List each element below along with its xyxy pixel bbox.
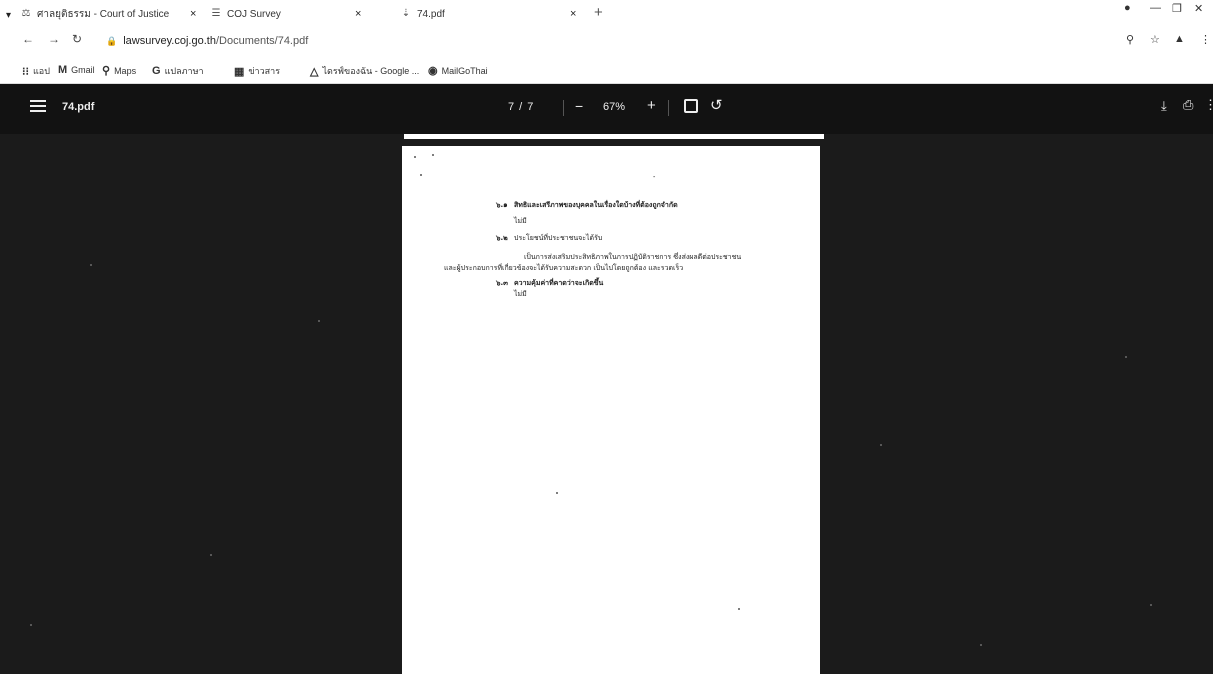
tab-label: 74.pdf: [417, 8, 445, 20]
item-heading: สิทธิและเสรีภาพของบุคคลในเรื่องใดบ้างที่…: [514, 201, 678, 209]
item-answer: ไม่มี: [514, 217, 527, 225]
scan-speck: [432, 154, 434, 156]
page-gap: [404, 139, 824, 144]
pdf-toolbar: 74.pdf 7 / 7 − 67% + ↺ ⤓ ⎙ ⋮: [0, 84, 1213, 134]
menu-icon[interactable]: ⋮: [1200, 33, 1211, 46]
minimize-icon[interactable]: —: [1150, 2, 1161, 14]
tab-court-of-justice[interactable]: ⚖ ศาลยุติธรรม - Court of Justice ×: [20, 4, 197, 24]
item-answer: เป็นการส่งเสริมประสิทธิภาพในการปฏิบัติรา…: [524, 253, 742, 261]
scan-speck: [210, 554, 212, 556]
translate-icon: G: [152, 65, 161, 77]
print-icon[interactable]: ⎙: [1183, 97, 1193, 113]
rotate-icon[interactable]: ↺: [710, 96, 723, 114]
court-icon: ⚖: [21, 8, 31, 19]
zoom-in-button[interactable]: +: [647, 97, 656, 114]
toolbar-divider: [563, 100, 564, 116]
news-icon: ▦: [234, 65, 245, 78]
account-icon[interactable]: ▲: [1174, 33, 1185, 45]
pdf-page: - ๖.๑ สิทธิและเสรีภาพของบุคคลในเรื่องใดบ…: [402, 146, 820, 674]
url-domain: lawsurvey.coj.go.th: [123, 35, 216, 47]
bookmark-apps[interactable]: ⁝⁝ แอป: [22, 64, 50, 78]
bookmark-gmail[interactable]: M Gmail: [58, 64, 95, 76]
page-indicator[interactable]: 7 / 7: [508, 101, 534, 113]
bookmark-translate[interactable]: G แปลภาษา: [152, 64, 204, 78]
scan-speck: [1125, 356, 1127, 358]
scan-speck: [1150, 604, 1152, 606]
drive-icon: △: [310, 65, 319, 78]
profile-icon[interactable]: ●: [1124, 2, 1131, 14]
scan-speck: [738, 608, 740, 610]
bookmark-label: MailGoThai: [441, 65, 488, 76]
pdf-title: 74.pdf: [62, 101, 95, 113]
tab-label: ศาลยุติธรรม - Court of Justice: [37, 8, 170, 20]
tab-coj-survey[interactable]: ☰ COJ Survey ×: [210, 4, 362, 24]
back-icon[interactable]: ←: [22, 32, 34, 46]
bookmarks-bar: ⁝⁝ แอป M Gmail ⚲ Maps G แปลภาษา ▦ ข่าวสา…: [0, 56, 1213, 84]
scan-speck: [556, 492, 558, 494]
tab-strip: ▾ ⚖ ศาลยุติธรรม - Court of Justice × ☰ C…: [0, 0, 1213, 26]
scan-speck: [90, 264, 92, 266]
tab-search-icon[interactable]: ▾: [6, 10, 11, 21]
lock-icon: 🔒: [106, 35, 118, 46]
more-options-icon[interactable]: ⋮: [1204, 97, 1213, 113]
close-window-icon[interactable]: ✕: [1194, 2, 1203, 15]
zoom-level[interactable]: 67%: [603, 101, 625, 113]
close-icon[interactable]: ×: [570, 8, 576, 20]
scan-speck: [30, 624, 32, 626]
gmail-icon: M: [58, 64, 68, 76]
new-tab-button[interactable]: +: [594, 4, 603, 21]
page-number-mark: -: [653, 174, 656, 181]
scan-speck: [318, 320, 320, 322]
reload-icon[interactable]: ↻: [72, 32, 82, 46]
close-icon[interactable]: ×: [190, 8, 196, 20]
pdf-viewer: 74.pdf 7 / 7 − 67% + ↺ ⤓ ⎙ ⋮ - ๖.๑ สิทธิ…: [0, 84, 1213, 674]
bookmark-label: แปลภาษา: [164, 66, 204, 76]
tab-74-pdf[interactable]: ⇣ 74.pdf ×: [400, 4, 580, 24]
apps-grid-icon: ⁝⁝: [22, 65, 29, 78]
bookmark-drive[interactable]: △ ไดรฟ์ของฉัน - Google ...: [310, 64, 419, 78]
menu-icon[interactable]: [30, 100, 46, 114]
url-field[interactable]: 🔒 lawsurvey.coj.go.th /Documents/74.pdf: [106, 31, 308, 51]
bookmark-maps[interactable]: ⚲ Maps: [102, 64, 136, 77]
bookmark-news[interactable]: ▦ ข่าวสาร: [234, 64, 280, 78]
restore-icon[interactable]: ❐: [1172, 2, 1182, 15]
mail-icon: ◉: [428, 65, 438, 77]
fit-page-icon[interactable]: [684, 99, 698, 113]
bookmark-label: ข่าวสาร: [248, 66, 281, 76]
item-answer-continued: และผู้ประกอบการที่เกี่ยวข้องจะได้รับความ…: [444, 264, 684, 272]
scan-speck: [420, 174, 422, 176]
item-heading: ประโยชน์ที่ประชาชนจะได้รับ: [514, 234, 603, 242]
star-icon[interactable]: ☆: [1150, 33, 1160, 46]
tab-label: COJ Survey: [227, 8, 281, 20]
item-heading: ความคุ้มค่าที่คาดว่าจะเกิดขึ้น: [514, 279, 604, 287]
item-number: ๖.๑: [496, 201, 508, 209]
bookmark-label: แอป: [33, 66, 50, 76]
bookmark-label: Gmail: [71, 65, 95, 75]
forward-icon[interactable]: →: [48, 32, 60, 46]
scan-speck: [414, 156, 416, 158]
bookmark-label: ไดรฟ์ของฉัน - Google ...: [322, 66, 420, 76]
zoom-search-icon[interactable]: ⚲: [1126, 33, 1134, 46]
zoom-out-button[interactable]: −: [575, 98, 583, 114]
download-icon[interactable]: ⤓: [1161, 98, 1167, 114]
maps-pin-icon: ⚲: [102, 65, 111, 77]
bookmark-label: Maps: [114, 65, 137, 76]
item-number: ๖.๒: [496, 234, 508, 242]
address-bar: ← → ↻ 🔒 lawsurvey.coj.go.th /Documents/7…: [0, 26, 1213, 56]
close-icon[interactable]: ×: [355, 8, 361, 20]
url-path: /Documents/74.pdf: [215, 35, 309, 47]
item-answer: ไม่มี: [514, 290, 527, 298]
bookmark-mailgothai[interactable]: ◉ MailGoThai: [428, 64, 488, 77]
item-number: ๖.๓: [496, 279, 508, 287]
survey-icon: ☰: [211, 8, 221, 19]
scan-speck: [980, 644, 982, 646]
toolbar-divider: [668, 100, 669, 116]
pdf-icon: ⇣: [401, 8, 411, 19]
scan-speck: [880, 444, 882, 446]
